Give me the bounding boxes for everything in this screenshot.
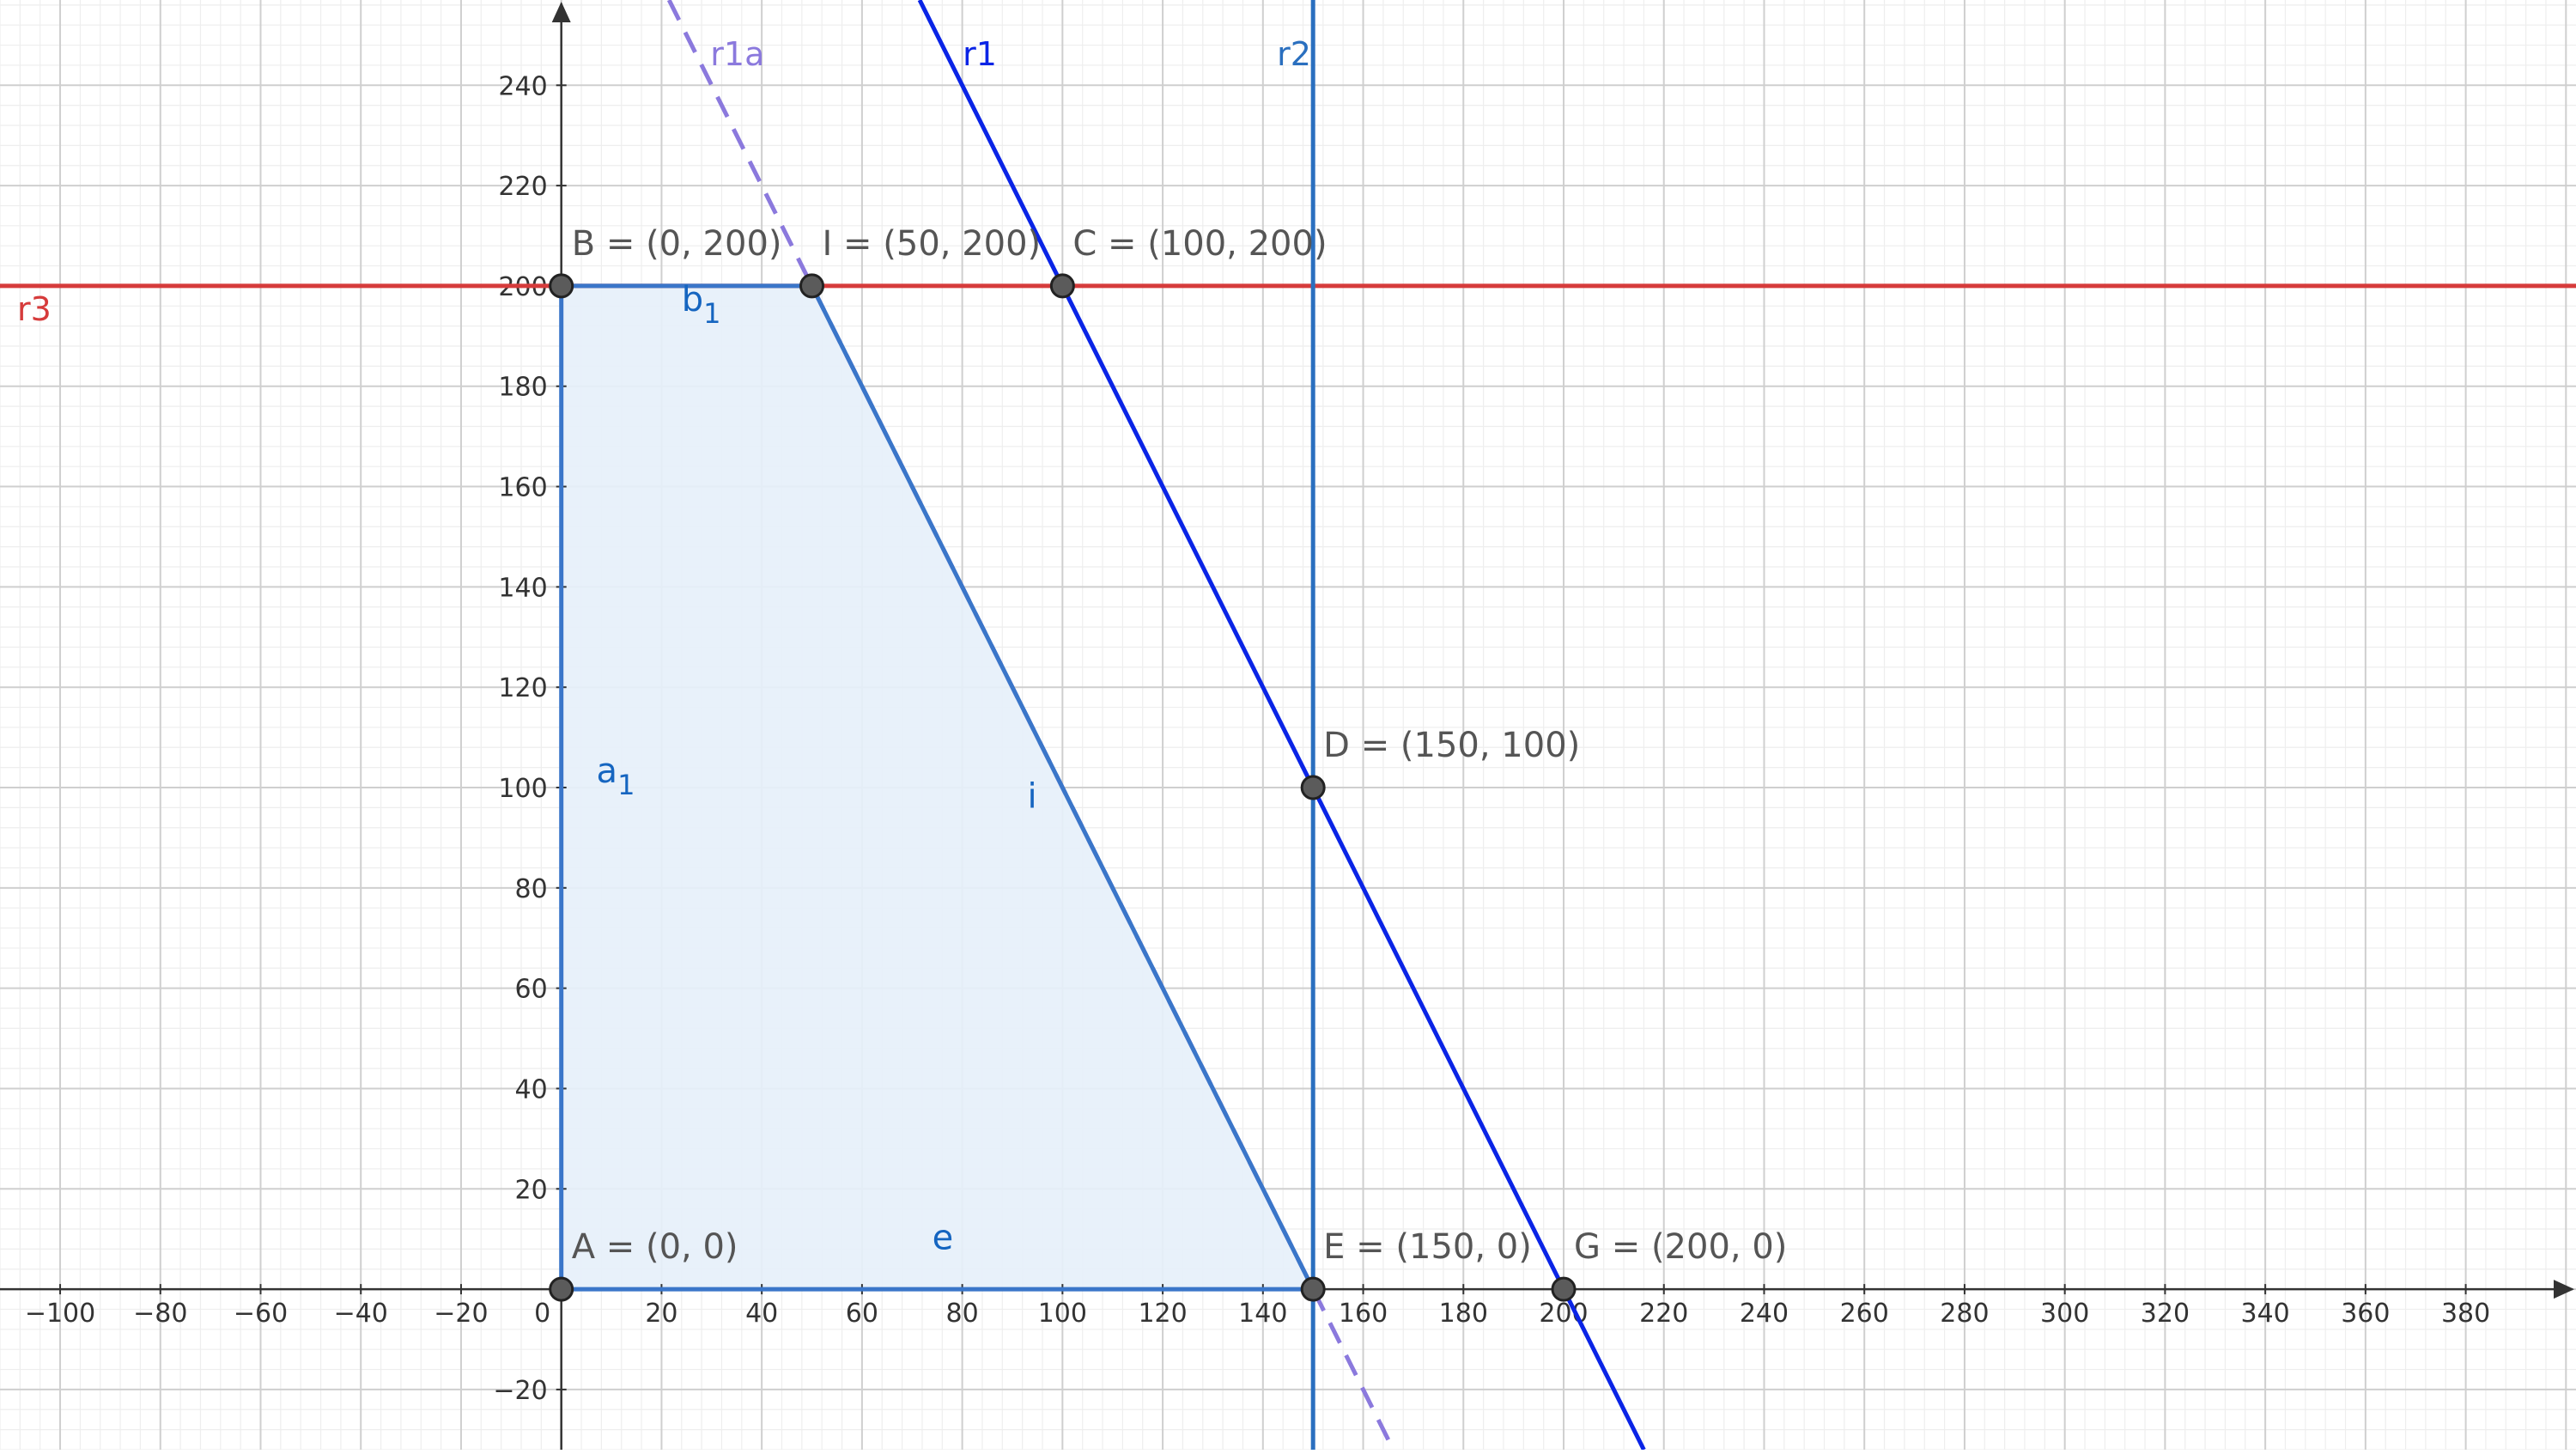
x-tick-label: 360 bbox=[2341, 1299, 2390, 1329]
point-D-label: D = (150, 100) bbox=[1323, 726, 1580, 765]
x-tick-label: −100 bbox=[25, 1299, 95, 1329]
coordinate-plane[interactable]: −100 −80 −60 −40 −20 0 20 40 60 80 100 120 140 160 180… bbox=[0, 0, 2576, 1451]
x-tick-label: 160 bbox=[1339, 1299, 1388, 1329]
y-tick-label: 180 bbox=[498, 373, 547, 403]
y-tick-label: 120 bbox=[498, 673, 547, 703]
point-A-label: A = (0, 0) bbox=[572, 1227, 738, 1267]
x-tick-label: 120 bbox=[1138, 1299, 1187, 1329]
x-tick-label: −80 bbox=[133, 1299, 187, 1329]
point-B[interactable] bbox=[549, 273, 574, 299]
y-tick-label: 240 bbox=[498, 71, 547, 101]
x-tick-label: 0 bbox=[534, 1299, 550, 1329]
x-tick-label: 80 bbox=[946, 1299, 979, 1329]
x-tick-label: −60 bbox=[234, 1299, 288, 1329]
point-E[interactable] bbox=[1300, 1276, 1326, 1302]
line-r2-label: r2 bbox=[1277, 35, 1311, 73]
y-tick-label: 140 bbox=[498, 573, 547, 603]
major-grid bbox=[0, 0, 2576, 1450]
y-tick-labels: −2020406080100120140160180200220240 bbox=[493, 71, 567, 1406]
line-r3-label: r3 bbox=[17, 290, 52, 328]
y-tick-label: 100 bbox=[498, 774, 547, 804]
x-tick-label: 340 bbox=[2240, 1299, 2289, 1329]
line-r1-label: r1 bbox=[963, 35, 997, 73]
point-D[interactable] bbox=[1300, 775, 1326, 800]
y-tick-label: 80 bbox=[515, 874, 548, 904]
y-tick-label: 60 bbox=[515, 975, 548, 1005]
x-tick-label: 20 bbox=[645, 1299, 677, 1329]
x-tick-label: 220 bbox=[1639, 1299, 1688, 1329]
x-tick-label: 380 bbox=[2441, 1299, 2490, 1329]
x-tick-label: 40 bbox=[745, 1299, 778, 1329]
minor-grid bbox=[0, 0, 2576, 1451]
x-tick-label: −40 bbox=[334, 1299, 388, 1329]
point-B-label: B = (0, 200) bbox=[572, 224, 782, 264]
x-tick-label: 240 bbox=[1740, 1299, 1789, 1329]
y-tick-label: 40 bbox=[515, 1074, 548, 1104]
x-tick-label: −20 bbox=[434, 1299, 488, 1329]
point-C[interactable] bbox=[1049, 273, 1075, 299]
line-r1a-label: r1a bbox=[710, 35, 764, 73]
x-tick-label: 320 bbox=[2141, 1299, 2190, 1329]
x-tick-label: 300 bbox=[2040, 1299, 2089, 1329]
y-tick-label: 220 bbox=[498, 172, 547, 202]
x-tick-label: 140 bbox=[1238, 1299, 1287, 1329]
point-G[interactable] bbox=[1551, 1276, 1577, 1302]
point-A[interactable] bbox=[549, 1276, 574, 1302]
y-tick-label: 20 bbox=[515, 1175, 548, 1205]
y-tick-label: 160 bbox=[498, 473, 547, 503]
point-G-label: G = (200, 0) bbox=[1574, 1227, 1787, 1267]
point-I-label: I = (50, 200) bbox=[823, 224, 1042, 264]
x-tick-label: 260 bbox=[1840, 1299, 1889, 1329]
y-tick-label: −20 bbox=[493, 1376, 547, 1406]
x-tick-label: 180 bbox=[1439, 1299, 1488, 1329]
graphics-view[interactable]: −100 −80 −60 −40 −20 0 20 40 60 80 100 120 140 160 180… bbox=[0, 0, 2576, 1451]
point-C-label: C = (100, 200) bbox=[1072, 224, 1327, 264]
x-tick-label: 60 bbox=[846, 1299, 878, 1329]
point-E-label: E = (150, 0) bbox=[1323, 1227, 1532, 1267]
point-I[interactable] bbox=[799, 273, 825, 299]
x-tick-label: 280 bbox=[1940, 1299, 1989, 1329]
segment-e-label: e bbox=[933, 1218, 954, 1257]
x-tick-label: 100 bbox=[1038, 1299, 1087, 1329]
x-axis-arrow-icon bbox=[2554, 1280, 2574, 1299]
segment-i-label: i bbox=[1027, 776, 1036, 816]
